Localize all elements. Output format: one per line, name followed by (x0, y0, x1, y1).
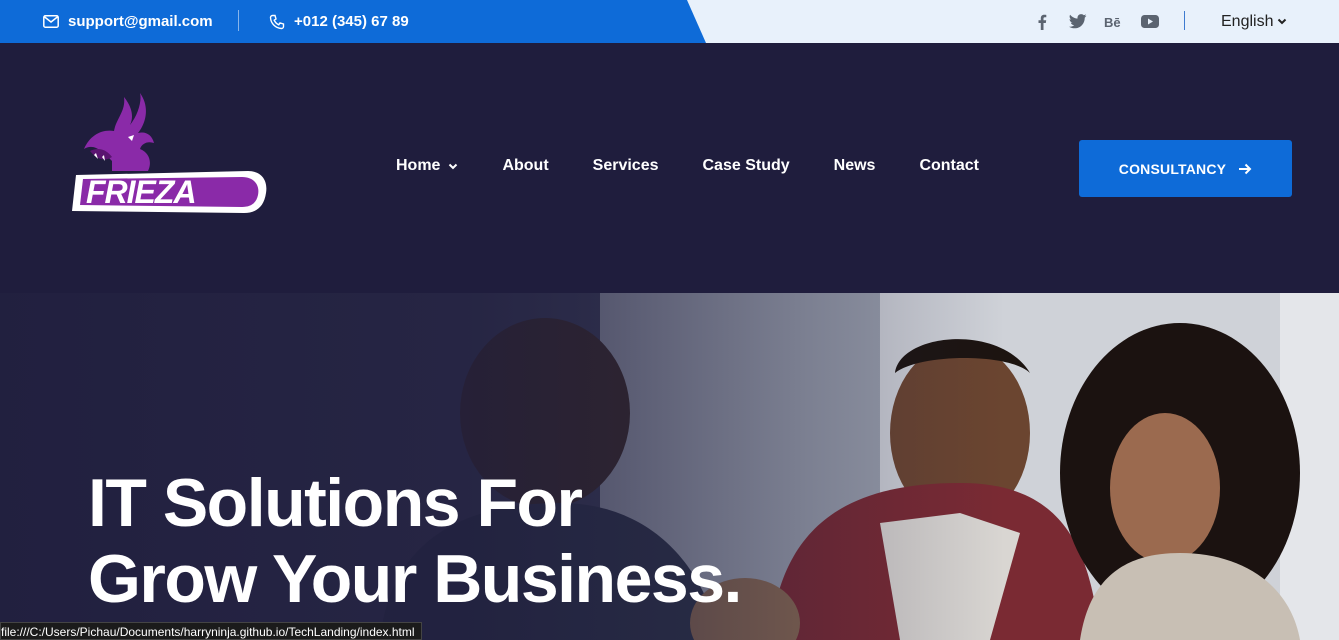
behance-icon[interactable]: Bē (1104, 12, 1124, 32)
hero-title: IT Solutions For Grow Your Business. (88, 465, 742, 617)
language-selector[interactable]: English (1221, 0, 1287, 43)
twitter-icon[interactable] (1068, 12, 1088, 32)
browser-status-url: file:///C:/Users/Pichau/Documents/harryn… (0, 622, 422, 640)
nav-item-case-study[interactable]: Case Study (703, 157, 790, 175)
youtube-icon[interactable] (1140, 12, 1160, 32)
language-label: English (1221, 12, 1274, 30)
nav-item-services[interactable]: Services (593, 157, 659, 175)
mail-icon (43, 15, 59, 28)
nav-item-about[interactable]: About (502, 157, 548, 175)
phone-text: +012 (345) 67 89 (294, 13, 409, 30)
nav-item-label: Case Study (702, 157, 790, 174)
main-nav: Home About Services Case Study News Cont… (396, 43, 979, 293)
phone-icon (269, 14, 285, 29)
hero-section: IT Solutions For Grow Your Business. (0, 293, 1339, 640)
chevron-down-icon (1278, 18, 1287, 25)
contact-divider (238, 10, 239, 31)
chevron-down-icon (449, 163, 458, 169)
nav-item-news[interactable]: News (834, 157, 876, 175)
nav-item-home[interactable]: Home (396, 157, 458, 175)
consultancy-button[interactable]: CONSULTANCY (1079, 140, 1292, 197)
nav-item-label: Contact (919, 157, 979, 174)
svg-text:Bē: Bē (1104, 15, 1121, 29)
nav-item-label: News (833, 157, 876, 174)
dragon-logo-icon: FRIEZA (72, 93, 267, 213)
site-header: FRIEZA Home About Services Case Study Ne… (0, 43, 1339, 293)
logo[interactable]: FRIEZA (72, 91, 272, 221)
consultancy-button-label: CONSULTANCY (1118, 160, 1227, 177)
hero-title-line-1: IT Solutions For (88, 465, 583, 541)
arrow-right-icon (1239, 163, 1252, 174)
email-link[interactable]: support@gmail.com (43, 0, 213, 43)
nav-item-label: Home (396, 157, 441, 174)
logo-wordmark: FRIEZA (86, 174, 196, 210)
phone-link[interactable]: +012 (345) 67 89 (269, 0, 409, 43)
hero-title-line-2: Grow Your Business. (88, 541, 742, 617)
nav-item-label: Services (592, 157, 659, 174)
social-links: Bē (1032, 0, 1160, 43)
facebook-icon[interactable] (1032, 12, 1052, 32)
email-text: support@gmail.com (68, 13, 213, 30)
top-bar: support@gmail.com +012 (345) 67 89 Bē En… (0, 0, 1339, 43)
language-divider (1184, 11, 1185, 30)
nav-item-contact[interactable]: Contact (919, 157, 979, 175)
nav-item-label: About (502, 157, 549, 174)
